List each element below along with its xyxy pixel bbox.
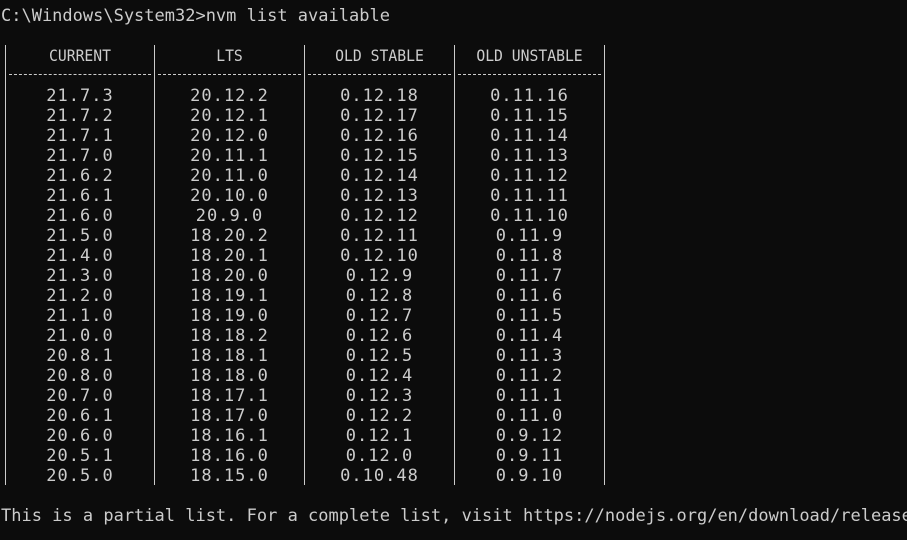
version-cell: 0.11.1 bbox=[495, 386, 564, 406]
version-cell: 0.12.4 bbox=[345, 366, 414, 386]
version-cell: 18.20.2 bbox=[190, 226, 269, 246]
version-cell: 18.19.0 bbox=[190, 306, 269, 326]
column-header: CURRENT bbox=[48, 46, 112, 65]
version-cell: 20.9.0 bbox=[195, 206, 264, 226]
version-cell: 20.5.1 bbox=[46, 446, 114, 466]
version-cell: 20.12.2 bbox=[190, 86, 269, 106]
header-divider bbox=[9, 74, 151, 75]
version-cell: 0.11.14 bbox=[490, 126, 569, 146]
version-cell: 0.11.16 bbox=[490, 86, 569, 106]
version-cell: 0.11.6 bbox=[495, 286, 564, 306]
version-cell: 21.7.2 bbox=[46, 106, 114, 126]
version-cell: 0.12.8 bbox=[345, 286, 414, 306]
version-cell: 20.8.0 bbox=[46, 366, 114, 386]
version-cell: 20.6.0 bbox=[46, 426, 114, 446]
version-cell: 0.12.7 bbox=[345, 306, 414, 326]
version-cell: 18.18.0 bbox=[190, 366, 269, 386]
version-cell: 18.17.0 bbox=[190, 406, 269, 426]
column-cells: 20.12.2 20.12.1 20.12.0 20.11.1 20.11.0 20.10… bbox=[155, 86, 304, 486]
version-cell: 0.11.9 bbox=[495, 226, 564, 246]
version-cell: 0.11.7 bbox=[495, 266, 564, 286]
version-cell: 21.3.0 bbox=[46, 266, 114, 286]
version-cell: 21.5.0 bbox=[46, 226, 114, 246]
version-cell: 18.20.0 bbox=[190, 266, 269, 286]
version-cell: 0.12.9 bbox=[345, 266, 414, 286]
version-cell: 21.4.0 bbox=[46, 246, 114, 266]
column-old-stable: OLD STABLE 0.12.18 0.12.17 0.12.16 0.12.15 0… bbox=[305, 45, 454, 486]
version-cell: 20.6.1 bbox=[46, 406, 114, 426]
version-cell: 21.1.0 bbox=[46, 306, 114, 326]
version-cell: 20.11.1 bbox=[190, 146, 269, 166]
header-divider bbox=[158, 74, 301, 75]
version-cell: 20.12.0 bbox=[190, 126, 269, 146]
version-cell: 0.11.12 bbox=[490, 166, 569, 186]
version-cell: 0.12.15 bbox=[340, 146, 419, 166]
version-cell: 0.12.3 bbox=[345, 386, 414, 406]
version-cell: 20.10.0 bbox=[190, 186, 269, 206]
version-cell: 0.12.6 bbox=[345, 326, 414, 346]
version-cell: 18.18.2 bbox=[190, 326, 269, 346]
version-cell: 0.11.11 bbox=[490, 186, 569, 206]
column-header: LTS bbox=[216, 46, 243, 65]
version-cell: 18.16.1 bbox=[190, 426, 269, 446]
version-cell: 21.0.0 bbox=[46, 326, 114, 346]
version-cell: 0.11.4 bbox=[495, 326, 564, 346]
column-current: CURRENT 21.7.3 21.7.2 21.7.1 21.7.0 21.6.2 21… bbox=[6, 45, 154, 486]
header-divider bbox=[308, 74, 451, 75]
version-cell: 0.12.10 bbox=[340, 246, 419, 266]
version-cell: 18.15.0 bbox=[190, 466, 269, 486]
version-cell: 21.2.0 bbox=[46, 286, 114, 306]
version-cell: 20.5.0 bbox=[46, 466, 114, 486]
version-cell: 21.6.0 bbox=[46, 206, 114, 226]
version-cell: 21.6.1 bbox=[46, 186, 114, 206]
version-cell: 0.12.1 bbox=[345, 426, 414, 446]
version-cell: 18.16.0 bbox=[190, 446, 269, 466]
version-cell: 0.12.13 bbox=[340, 186, 419, 206]
version-cell: 0.11.10 bbox=[490, 206, 569, 226]
version-cell: 0.9.12 bbox=[495, 426, 564, 446]
version-cell: 0.12.18 bbox=[340, 86, 419, 106]
version-cell: 18.17.1 bbox=[190, 386, 269, 406]
version-cell: 0.11.13 bbox=[490, 146, 569, 166]
version-cell: 0.12.0 bbox=[345, 446, 414, 466]
version-cell: 20.8.1 bbox=[46, 346, 114, 366]
version-cell: 0.11.0 bbox=[495, 406, 564, 426]
version-cell: 0.11.3 bbox=[495, 346, 564, 366]
version-cell: 20.12.1 bbox=[190, 106, 269, 126]
version-cell: 0.11.8 bbox=[495, 246, 564, 266]
version-cell: 0.12.14 bbox=[340, 166, 419, 186]
column-lts: LTS 20.12.2 20.12.1 20.12.0 20.11.1 20.11.0 2… bbox=[155, 45, 304, 486]
version-cell: 0.10.48 bbox=[340, 466, 419, 486]
version-cell: 0.12.16 bbox=[340, 126, 419, 146]
partial-list-notice: This is a partial list. For a complete l… bbox=[1, 506, 907, 526]
version-cell: 21.7.3 bbox=[46, 86, 114, 106]
version-cell: 0.12.11 bbox=[340, 226, 419, 246]
version-cell: 20.11.0 bbox=[190, 166, 269, 186]
version-cell: 21.6.2 bbox=[46, 166, 114, 186]
version-cell: 0.12.2 bbox=[345, 406, 414, 426]
column-header: OLD UNSTABLE bbox=[476, 46, 583, 65]
version-cell: 0.12.17 bbox=[340, 106, 419, 126]
version-cell: 0.9.11 bbox=[495, 446, 564, 466]
version-cell: 0.9.10 bbox=[495, 466, 564, 486]
version-cell: 18.20.1 bbox=[190, 246, 269, 266]
version-cell: 18.19.1 bbox=[190, 286, 269, 306]
version-cell: 0.12.5 bbox=[345, 346, 414, 366]
column-cells: 0.11.16 0.11.15 0.11.14 0.11.13 0.11.12 0.11.… bbox=[455, 86, 604, 486]
column-cells: 0.12.18 0.12.17 0.12.16 0.12.15 0.12.14 0.12.… bbox=[305, 86, 454, 486]
command-prompt-line: C:\Windows\System32>nvm list available bbox=[1, 6, 390, 26]
column-old-unstable: OLD UNSTABLE 0.11.16 0.11.15 0.11.14 0.11.1… bbox=[455, 45, 604, 486]
version-cell: 0.11.15 bbox=[490, 106, 569, 126]
column-header: OLD STABLE bbox=[335, 46, 424, 65]
version-cell: 0.11.2 bbox=[495, 366, 564, 386]
column-cells: 21.7.3 21.7.2 21.7.1 21.7.0 21.6.2 21.6.1 21.6… bbox=[6, 86, 154, 486]
version-cell: 0.12.12 bbox=[340, 206, 419, 226]
version-cell: 21.7.1 bbox=[46, 126, 114, 146]
version-cell: 20.7.0 bbox=[46, 386, 114, 406]
header-divider bbox=[458, 74, 601, 75]
version-cell: 18.18.1 bbox=[190, 346, 269, 366]
table-border-right bbox=[604, 45, 605, 485]
version-cell: 0.11.5 bbox=[495, 306, 564, 326]
version-cell: 21.7.0 bbox=[46, 146, 114, 166]
